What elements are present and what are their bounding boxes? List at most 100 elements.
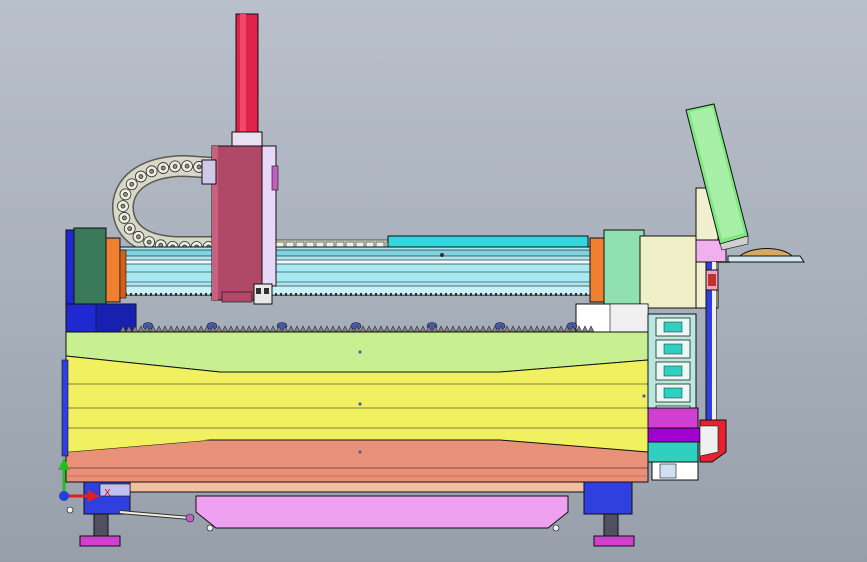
rail-tooth bbox=[130, 293, 132, 296]
side-chain-link-core bbox=[663, 365, 683, 377]
table-rivet bbox=[642, 394, 646, 398]
rail-tooth bbox=[450, 293, 452, 296]
cad-viewport[interactable]: X bbox=[0, 0, 867, 562]
rail-tooth bbox=[480, 293, 482, 296]
rail-tooth bbox=[530, 293, 532, 296]
rail-tooth bbox=[525, 293, 527, 296]
rail-tooth bbox=[560, 293, 562, 296]
rail-tooth bbox=[160, 293, 162, 296]
side-chain-link-core bbox=[663, 387, 683, 399]
chain-link-pin bbox=[127, 226, 133, 232]
rail-tooth bbox=[435, 293, 437, 296]
side-cable-chain bbox=[647, 313, 709, 481]
rail-tooth bbox=[335, 293, 337, 296]
chain-link-pin bbox=[149, 168, 155, 174]
rail-tooth bbox=[375, 293, 377, 296]
rail-tooth bbox=[305, 293, 307, 296]
gantry-right-end-block bbox=[575, 187, 727, 333]
chain-link-pin bbox=[146, 239, 152, 245]
rail-tooth bbox=[325, 293, 327, 296]
chain-link-pin bbox=[120, 203, 126, 209]
rail-tooth bbox=[475, 293, 477, 296]
chain-link-pin bbox=[196, 164, 202, 170]
rail-tooth bbox=[360, 293, 362, 296]
rail-tooth bbox=[420, 293, 422, 296]
rail-tooth bbox=[185, 293, 187, 296]
rail-tooth bbox=[510, 293, 512, 296]
rail-tooth bbox=[165, 293, 167, 296]
chain-link-pin bbox=[136, 234, 141, 240]
rail-tooth bbox=[400, 293, 402, 296]
rail-tooth bbox=[565, 293, 567, 296]
table-rivet bbox=[358, 402, 362, 406]
machine-base bbox=[66, 481, 635, 547]
rail-tooth bbox=[405, 293, 407, 296]
rail-tooth bbox=[300, 293, 302, 296]
rail-tooth bbox=[385, 293, 387, 296]
rail-tooth bbox=[180, 293, 182, 296]
rail-tooth bbox=[575, 293, 577, 296]
rail-tooth bbox=[195, 293, 197, 296]
rail-tooth bbox=[485, 293, 487, 296]
rail-tooth bbox=[190, 293, 192, 296]
rail-tooth bbox=[440, 293, 442, 296]
rail-tooth bbox=[330, 293, 332, 296]
rail-tooth bbox=[505, 293, 507, 296]
rail-tooth bbox=[135, 293, 137, 296]
rail-tooth bbox=[540, 293, 542, 296]
rail-tooth bbox=[490, 293, 492, 296]
rail-tooth bbox=[415, 293, 417, 296]
rail-tooth bbox=[515, 293, 517, 296]
chain-link-pin bbox=[138, 174, 144, 179]
rail-tooth bbox=[315, 293, 317, 296]
chain-link-pin bbox=[122, 215, 127, 221]
rail-tooth bbox=[535, 293, 537, 296]
rail-tooth bbox=[350, 293, 352, 296]
rail-tooth bbox=[580, 293, 582, 296]
rail-tooth bbox=[205, 293, 207, 296]
rail-tooth bbox=[500, 293, 502, 296]
side-chain-link-core bbox=[663, 321, 683, 333]
rail-tooth bbox=[340, 293, 342, 296]
chain-link-pin bbox=[129, 181, 135, 187]
rail-tooth bbox=[345, 293, 347, 296]
rail-tooth bbox=[285, 293, 287, 296]
rail-tooth bbox=[465, 293, 467, 296]
rail-tooth bbox=[200, 293, 202, 296]
rail-tooth bbox=[455, 293, 457, 296]
rail-tooth bbox=[585, 293, 587, 296]
rail-tooth bbox=[370, 293, 372, 296]
rail-tooth bbox=[410, 293, 412, 296]
triad-z-origin bbox=[59, 491, 69, 501]
rail-tooth bbox=[275, 293, 277, 296]
rail-tooth bbox=[320, 293, 322, 296]
rail-tooth bbox=[395, 293, 397, 296]
side-chain-link-core bbox=[663, 343, 683, 355]
rail-tooth bbox=[470, 293, 472, 296]
rail-tooth bbox=[570, 293, 572, 296]
rail-tooth bbox=[145, 293, 147, 296]
rail-tooth bbox=[155, 293, 157, 296]
rail-tooth bbox=[290, 293, 292, 296]
rail-tooth bbox=[390, 293, 392, 296]
table-rivet bbox=[358, 350, 362, 354]
rail-tooth bbox=[555, 293, 557, 296]
gantry-left-end-block bbox=[65, 227, 137, 333]
rail-tooth bbox=[550, 293, 552, 296]
table-rivet bbox=[358, 450, 362, 454]
rail-tooth bbox=[430, 293, 432, 296]
z-axis-head bbox=[201, 13, 279, 305]
cutting-table bbox=[61, 322, 649, 483]
rail-tooth bbox=[425, 293, 427, 296]
rail-tooth bbox=[380, 293, 382, 296]
rail-tooth bbox=[295, 293, 297, 296]
triad-x-label: X bbox=[104, 488, 111, 499]
rail-tooth bbox=[140, 293, 142, 296]
rail-tooth bbox=[520, 293, 522, 296]
rail-tooth bbox=[150, 293, 152, 296]
laser-cutting-machine-model: X bbox=[58, 13, 805, 547]
rail-tooth bbox=[365, 293, 367, 296]
rail-tooth bbox=[445, 293, 447, 296]
rail-tooth bbox=[175, 293, 177, 296]
rail-tooth bbox=[495, 293, 497, 296]
